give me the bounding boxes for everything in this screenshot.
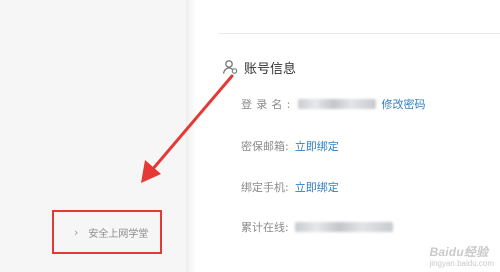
watermark-brand: Baidu经验 bbox=[429, 245, 489, 259]
watermark: Baidu经验 jingyan.baidu.com bbox=[430, 243, 494, 268]
watermark-url: jingyan.baidu.com bbox=[429, 259, 494, 268]
annotation-arrow bbox=[141, 74, 234, 183]
